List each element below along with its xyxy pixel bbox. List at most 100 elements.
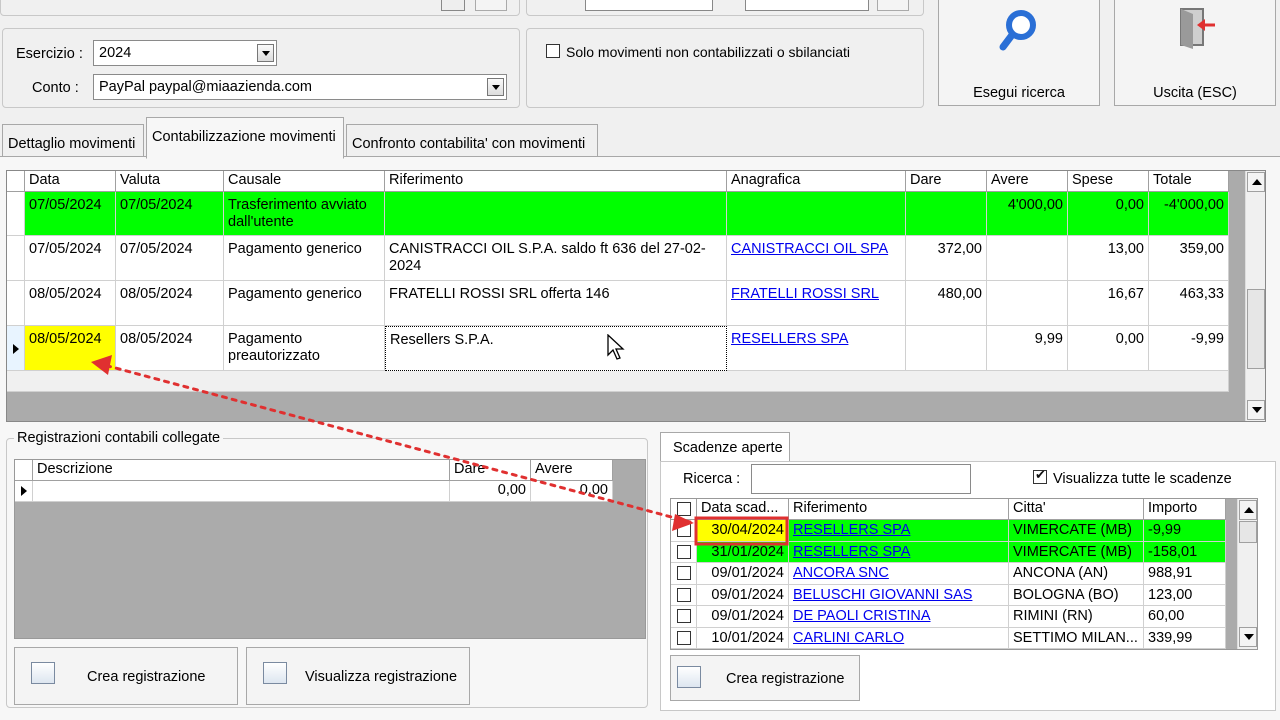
scadenza-cell-importo[interactable]: -9,99 — [1144, 520, 1226, 542]
movement-cell-anagrafica[interactable]: FRATELLI ROSSI SRL — [727, 281, 906, 326]
row-indicator[interactable] — [7, 281, 25, 326]
scroll-thumb[interactable] — [1247, 289, 1265, 369]
scadenza-link[interactable]: RESELLERS SPA — [793, 544, 910, 560]
scadenza-cell-rif[interactable]: BELUSCHI GIOVANNI SAS — [789, 584, 1009, 606]
scadenza-cell-citta[interactable]: BOLOGNA (BO) — [1009, 584, 1144, 606]
row-checkbox[interactable] — [677, 523, 691, 537]
anagrafica-link[interactable]: CANISTRACCI OIL SPA — [731, 241, 888, 257]
col-header[interactable]: Avere — [987, 171, 1068, 192]
scadenza-cell-data[interactable]: 30/04/2024 — [697, 520, 789, 542]
scroll-thumb[interactable] — [1239, 521, 1257, 543]
scadenza-cell-data[interactable]: 09/01/2024 — [697, 584, 789, 606]
row-checkbox[interactable] — [677, 587, 691, 602]
header-checkbox-cell[interactable] — [671, 499, 697, 520]
row-checkbox[interactable] — [677, 630, 691, 645]
col-header[interactable]: Spese — [1068, 171, 1149, 192]
registrazioni-grid[interactable]: Descrizione Dare Avere 0,00 0,00 — [14, 459, 646, 639]
new-row[interactable] — [7, 371, 1229, 392]
scadenza-cell-citta[interactable]: RIMINI (RN) — [1009, 606, 1144, 628]
row-indicator[interactable] — [7, 192, 25, 236]
movement-cell-dare[interactable]: 480,00 — [906, 281, 987, 326]
avere-cell[interactable]: 0,00 — [531, 481, 613, 502]
col-header[interactable]: Riferimento — [385, 171, 727, 192]
movement-cell-anagrafica[interactable] — [727, 192, 906, 236]
movement-cell-data[interactable]: 07/05/2024 — [25, 236, 116, 281]
col-header[interactable]: Importo — [1144, 499, 1226, 520]
anagrafica-link[interactable]: RESELLERS SPA — [731, 331, 848, 347]
scadenza-cell-rif[interactable]: CARLINI CARLO — [789, 627, 1009, 649]
movement-cell-totale[interactable]: -4'000,00 — [1149, 192, 1229, 236]
scadenza-cell-rif[interactable]: RESELLERS SPA — [789, 520, 1009, 542]
movement-cell-data[interactable]: 08/05/2024 — [25, 281, 116, 326]
col-header[interactable]: Citta' — [1009, 499, 1144, 520]
ricerca-input[interactable] — [751, 464, 971, 494]
scadenza-cell-rif[interactable]: RESELLERS SPA — [789, 541, 1009, 563]
scadenza-cell-data[interactable]: 31/01/2024 — [697, 541, 789, 563]
col-header[interactable]: Dare — [906, 171, 987, 192]
scadenza-cell-citta[interactable]: VIMERCATE (MB) — [1009, 541, 1144, 563]
movement-cell-totale[interactable]: 359,00 — [1149, 236, 1229, 281]
col-header[interactable]: Data — [25, 171, 116, 192]
movement-cell-spese[interactable]: 0,00 — [1068, 192, 1149, 236]
movement-cell-avere[interactable] — [987, 236, 1068, 281]
col-header[interactable]: Riferimento — [789, 499, 1009, 520]
tab-dettaglio[interactable]: Dettaglio movimenti — [2, 124, 144, 157]
row-indicator[interactable] — [7, 326, 25, 371]
scadenza-link[interactable]: RESELLERS SPA — [793, 522, 910, 538]
scroll-down-icon[interactable] — [1247, 400, 1265, 420]
crea-registrazione-button[interactable]: Crea registrazione — [14, 647, 238, 705]
movement-cell-anagrafica[interactable]: RESELLERS SPA — [727, 326, 906, 371]
scadenza-cell-importo[interactable]: 988,91 — [1144, 563, 1226, 585]
movement-cell-anagrafica[interactable]: CANISTRACCI OIL SPA — [727, 236, 906, 281]
movement-cell-spese[interactable]: 13,00 — [1068, 236, 1149, 281]
row-checkbox-cell[interactable] — [671, 541, 697, 563]
col-header[interactable]: Avere — [531, 460, 613, 481]
movement-cell-valuta[interactable]: 07/05/2024 — [116, 192, 224, 236]
tab-confronto[interactable]: Confronto contabilita' con movimenti — [346, 124, 598, 157]
date-from-field[interactable] — [585, 0, 713, 11]
scadenza-link[interactable]: ANCORA SNC — [793, 565, 889, 581]
row-checkbox-cell[interactable] — [671, 606, 697, 628]
scadenza-cell-importo[interactable]: 339,99 — [1144, 627, 1226, 649]
crea-registrazione-scadenze-button[interactable]: Crea registrazione — [670, 655, 860, 701]
scroll-down-icon[interactable] — [1239, 627, 1257, 647]
movement-cell-riferimento[interactable]: FRATELLI ROSSI SRL offerta 146 — [385, 281, 727, 326]
scadenza-cell-citta[interactable]: ANCONA (AN) — [1009, 563, 1144, 585]
scadenza-cell-citta[interactable]: VIMERCATE (MB) — [1009, 520, 1144, 542]
movements-scrollbar[interactable] — [1245, 171, 1265, 421]
visualizza-checkbox[interactable]: ✔ — [1033, 467, 1047, 484]
scroll-up-icon[interactable] — [1247, 172, 1265, 192]
col-header[interactable]: Anagrafica — [727, 171, 906, 192]
movement-cell-riferimento[interactable]: Resellers S.P.A. — [385, 326, 727, 371]
visualizza-registrazione-button[interactable]: Visualizza registrazione — [246, 647, 470, 705]
movement-cell-causale[interactable]: Trasferimento avviato dall'utente — [224, 192, 385, 236]
row-indicator[interactable] — [7, 236, 25, 281]
exit-button[interactable]: Uscita (ESC) — [1114, 0, 1276, 106]
row-checkbox-cell[interactable] — [671, 520, 697, 542]
scadenze-scrollbar[interactable] — [1237, 499, 1257, 649]
scadenza-link[interactable]: DE PAOLI CRISTINA — [793, 608, 931, 624]
scadenza-link[interactable]: CARLINI CARLO — [793, 630, 904, 646]
movement-cell-avere[interactable] — [987, 281, 1068, 326]
movement-cell-totale[interactable]: 463,33 — [1149, 281, 1229, 326]
tab-scadenze[interactable]: Scadenze aperte — [660, 432, 790, 462]
col-header[interactable]: Totale — [1149, 171, 1229, 192]
date-to-field[interactable] — [745, 0, 869, 11]
row-checkbox[interactable] — [677, 566, 691, 580]
scadenza-cell-data[interactable]: 10/01/2024 — [697, 627, 789, 649]
solo-checkbox[interactable] — [546, 44, 560, 58]
movement-cell-avere[interactable]: 9,99 — [987, 326, 1068, 371]
row-checkbox-cell[interactable] — [671, 563, 697, 585]
search-button[interactable]: Esegui ricerca — [938, 0, 1100, 106]
conto-select[interactable]: PayPal paypal@miaazienda.com — [93, 74, 507, 100]
movement-cell-data[interactable]: 07/05/2024 — [25, 192, 116, 236]
descrizione-cell[interactable] — [33, 481, 450, 502]
anagrafica-link[interactable]: FRATELLI ROSSI SRL — [731, 286, 879, 302]
movement-cell-causale[interactable]: Pagamento generico — [224, 281, 385, 326]
scroll-up-icon[interactable] — [1239, 500, 1257, 520]
movement-cell-totale[interactable]: -9,99 — [1149, 326, 1229, 371]
scadenza-cell-data[interactable]: 09/01/2024 — [697, 563, 789, 585]
movement-cell-dare[interactable]: 372,00 — [906, 236, 987, 281]
movement-cell-avere[interactable]: 4'000,00 — [987, 192, 1068, 236]
scadenza-cell-importo[interactable]: 123,00 — [1144, 584, 1226, 606]
